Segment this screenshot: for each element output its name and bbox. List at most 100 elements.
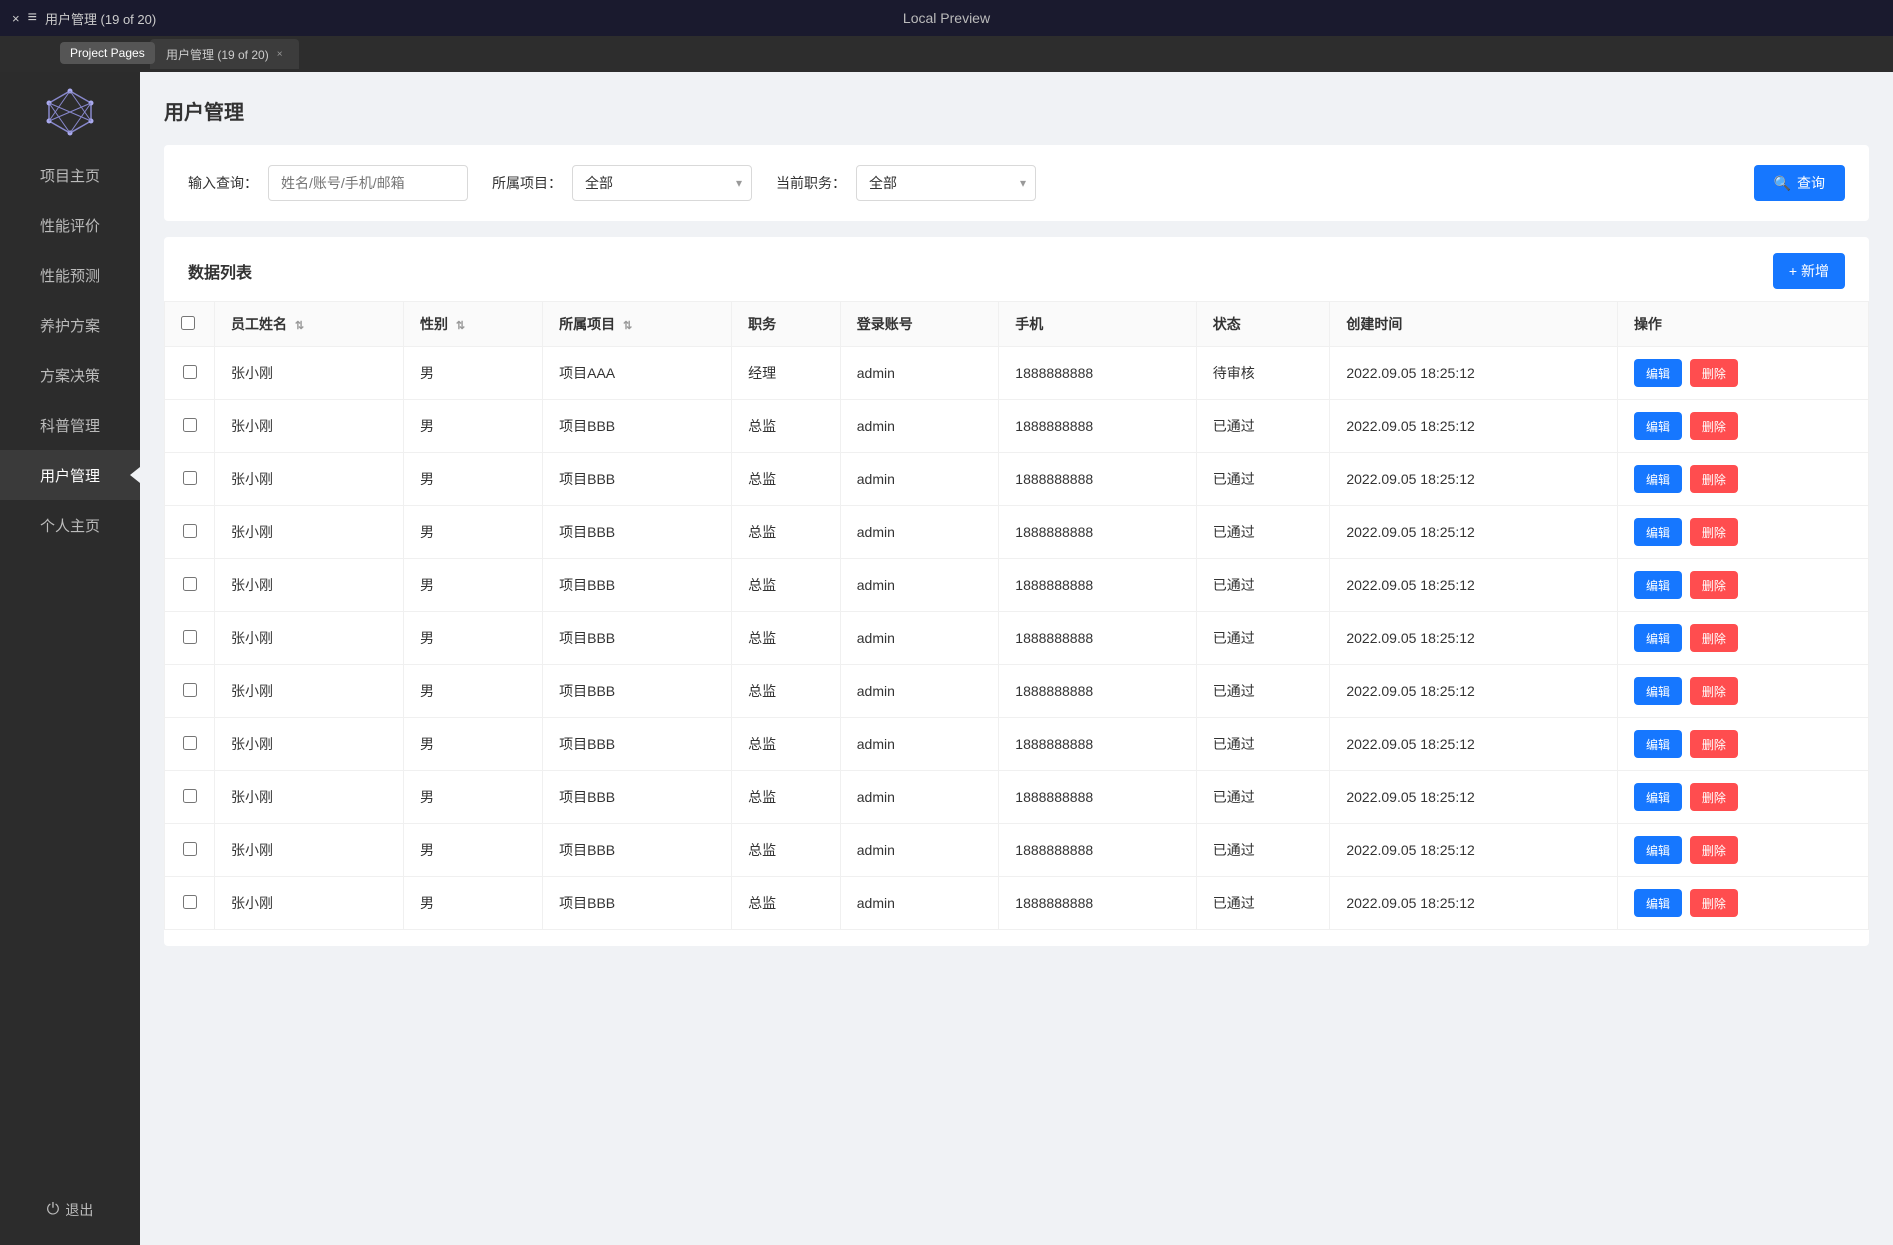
table-row: 张小刚 男 项目BBB 总监 admin 1888888888 已通过 2022…: [165, 506, 1869, 559]
logout-button[interactable]: ⏻ 退出: [0, 1185, 140, 1235]
sidebar-item-user-mgmt[interactable]: 用户管理: [0, 450, 140, 500]
row-checkbox-4[interactable]: [183, 577, 197, 591]
query-field: 输入查询：: [188, 165, 468, 201]
edit-button-6[interactable]: 编辑: [1634, 677, 1682, 705]
table-row: 张小刚 男 项目AAA 经理 admin 1888888888 待审核 2022…: [165, 347, 1869, 400]
delete-button-3[interactable]: 删除: [1690, 518, 1738, 546]
position-label: 当前职务：: [776, 173, 846, 193]
main-content: 用户管理 输入查询： 所属项目： 全部 项目AAA 项目BBB 当前职务：: [140, 72, 1893, 1245]
position-select[interactable]: 全部 经理 总监: [856, 165, 1036, 201]
row-checkbox-cell: [165, 506, 215, 559]
select-all-checkbox[interactable]: [181, 316, 195, 330]
search-input[interactable]: [268, 165, 468, 201]
row-checkbox-2[interactable]: [183, 471, 197, 485]
delete-button-10[interactable]: 删除: [1690, 889, 1738, 917]
row-created: 2022.09.05 18:25:12: [1330, 453, 1618, 506]
add-button[interactable]: + 新增: [1773, 253, 1845, 289]
row-checkbox-10[interactable]: [183, 895, 197, 909]
sidebar-item-decision[interactable]: 方案决策: [0, 350, 140, 400]
row-phone: 1888888888: [999, 665, 1196, 718]
row-name: 张小刚: [215, 506, 404, 559]
row-project: 项目BBB: [543, 877, 732, 930]
row-project: 项目BBB: [543, 665, 732, 718]
search-button[interactable]: 🔍 查询: [1754, 165, 1845, 201]
sidebar-item-label-perf-predict: 性能预测: [40, 265, 100, 286]
edit-button-5[interactable]: 编辑: [1634, 624, 1682, 652]
row-gender: 男: [404, 347, 543, 400]
row-checkbox-5[interactable]: [183, 630, 197, 644]
search-icon: 🔍: [1774, 175, 1791, 192]
sidebar-item-perf-predict[interactable]: 性能预测: [0, 250, 140, 300]
sidebar-item-label-user-mgmt: 用户管理: [40, 465, 100, 486]
position-select-wrapper: 全部 经理 总监: [856, 165, 1036, 201]
row-checkbox-0[interactable]: [183, 365, 197, 379]
table-row: 张小刚 男 项目BBB 总监 admin 1888888888 已通过 2022…: [165, 665, 1869, 718]
edit-button-2[interactable]: 编辑: [1634, 465, 1682, 493]
row-checkbox-cell: [165, 400, 215, 453]
th-position: 职务: [732, 302, 841, 347]
delete-button-4[interactable]: 删除: [1690, 571, 1738, 599]
edit-button-4[interactable]: 编辑: [1634, 571, 1682, 599]
edit-button-1[interactable]: 编辑: [1634, 412, 1682, 440]
row-status: 已通过: [1196, 771, 1330, 824]
edit-button-3[interactable]: 编辑: [1634, 518, 1682, 546]
delete-button-5[interactable]: 删除: [1690, 624, 1738, 652]
sidebar-item-label-decision: 方案决策: [40, 365, 100, 386]
row-checkbox-cell: [165, 453, 215, 506]
delete-button-8[interactable]: 删除: [1690, 783, 1738, 811]
sidebar-item-perf-eval[interactable]: 性能评价: [0, 200, 140, 250]
table-row: 张小刚 男 项目BBB 总监 admin 1888888888 已通过 2022…: [165, 612, 1869, 665]
row-name: 张小刚: [215, 771, 404, 824]
sort-icon-gender[interactable]: ⇅: [456, 320, 465, 332]
menu-icon[interactable]: ≡: [28, 9, 37, 27]
close-icon[interactable]: ×: [12, 11, 20, 26]
edit-button-7[interactable]: 编辑: [1634, 730, 1682, 758]
sidebar-item-maintain[interactable]: 养护方案: [0, 300, 140, 350]
sort-icon-name[interactable]: ⇅: [295, 320, 304, 332]
row-checkbox-7[interactable]: [183, 736, 197, 750]
row-name: 张小刚: [215, 877, 404, 930]
delete-button-1[interactable]: 删除: [1690, 412, 1738, 440]
row-created: 2022.09.05 18:25:12: [1330, 612, 1618, 665]
row-name: 张小刚: [215, 612, 404, 665]
delete-button-9[interactable]: 删除: [1690, 836, 1738, 864]
edit-button-8[interactable]: 编辑: [1634, 783, 1682, 811]
row-actions: 编辑 删除: [1617, 877, 1868, 930]
row-checkbox-cell: [165, 612, 215, 665]
edit-button-10[interactable]: 编辑: [1634, 889, 1682, 917]
th-gender: 性别 ⇅: [404, 302, 543, 347]
row-checkbox-1[interactable]: [183, 418, 197, 432]
sort-icon-project[interactable]: ⇅: [623, 320, 632, 332]
row-gender: 男: [404, 877, 543, 930]
edit-button-0[interactable]: 编辑: [1634, 359, 1682, 387]
project-select-wrapper: 全部 项目AAA 项目BBB: [572, 165, 752, 201]
edit-button-9[interactable]: 编辑: [1634, 836, 1682, 864]
delete-button-7[interactable]: 删除: [1690, 730, 1738, 758]
tab-user-management[interactable]: 用户管理 (19 of 20) ×: [150, 39, 299, 69]
row-created: 2022.09.05 18:25:12: [1330, 665, 1618, 718]
window-title: 用户管理 (19 of 20): [45, 9, 156, 28]
project-select[interactable]: 全部 项目AAA 项目BBB: [572, 165, 752, 201]
row-status: 已通过: [1196, 506, 1330, 559]
th-account: 登录账号: [840, 302, 999, 347]
sidebar-item-sci-mgmt[interactable]: 科普管理: [0, 400, 140, 450]
row-checkbox-3[interactable]: [183, 524, 197, 538]
table-row: 张小刚 男 项目BBB 总监 admin 1888888888 已通过 2022…: [165, 771, 1869, 824]
sidebar-item-personal[interactable]: 个人主页: [0, 500, 140, 550]
delete-button-2[interactable]: 删除: [1690, 465, 1738, 493]
tab-close-icon[interactable]: ×: [277, 49, 283, 60]
sidebar-logo: [40, 82, 100, 142]
row-checkbox-9[interactable]: [183, 842, 197, 856]
row-checkbox-6[interactable]: [183, 683, 197, 697]
delete-button-0[interactable]: 删除: [1690, 359, 1738, 387]
delete-button-6[interactable]: 删除: [1690, 677, 1738, 705]
row-account: admin: [840, 771, 999, 824]
row-position: 总监: [732, 877, 841, 930]
row-created: 2022.09.05 18:25:12: [1330, 877, 1618, 930]
row-account: admin: [840, 824, 999, 877]
row-name: 张小刚: [215, 453, 404, 506]
row-status: 已通过: [1196, 400, 1330, 453]
sidebar-item-home[interactable]: 项目主页: [0, 150, 140, 200]
top-bar-left: × ≡ 用户管理 (19 of 20): [12, 9, 156, 28]
row-checkbox-8[interactable]: [183, 789, 197, 803]
